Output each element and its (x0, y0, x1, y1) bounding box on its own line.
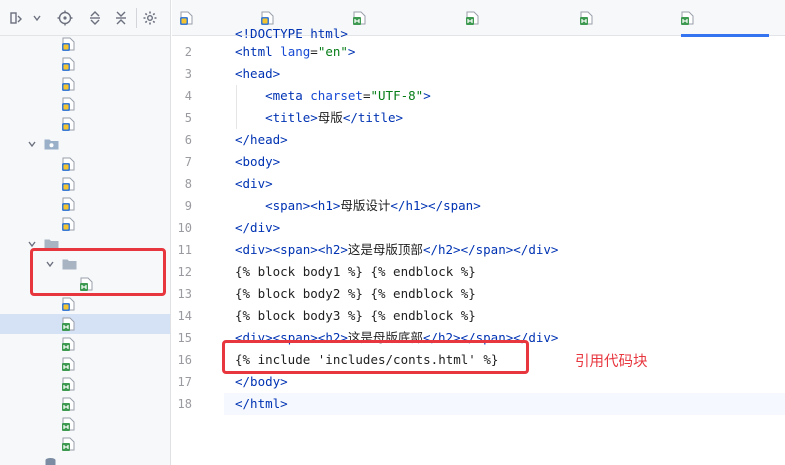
python-file-icon (62, 177, 75, 191)
code-line[interactable]: {% block body2 %} {% endblock %} (235, 283, 476, 305)
html-file-icon (466, 11, 480, 26)
tree-file-base-h1-html[interactable] (0, 334, 170, 354)
annotation-label: 引用代码块 (575, 354, 648, 370)
project-view-icon[interactable] (6, 7, 28, 29)
tree-file-base-html[interactable] (0, 314, 170, 334)
tree-file-settings-py[interactable] (0, 174, 170, 194)
line-number: 2 (184, 45, 192, 59)
code-line[interactable]: </body> (235, 371, 288, 393)
expand-all-icon[interactable] (84, 7, 106, 29)
tree-folder-mydjango[interactable] (0, 134, 170, 154)
tree-file-models-py[interactable] (0, 74, 170, 94)
code-line[interactable]: <head> (235, 63, 280, 85)
tab-conts-html[interactable] (580, 0, 673, 36)
python-file-icon (62, 217, 75, 231)
package-folder-icon (44, 138, 59, 150)
html-file-icon (580, 11, 594, 26)
code-line[interactable]: <meta charset="UTF-8"> (235, 85, 431, 107)
python-file-icon (62, 77, 75, 91)
line-number: 5 (184, 111, 192, 125)
code-line[interactable]: <div><span><h2>这是母版顶部</h2></span></div> (235, 239, 558, 261)
toolbar-separator (136, 8, 137, 28)
tree-file-tests-py[interactable] (0, 94, 170, 114)
code-editor[interactable]: 2 3 4 5 6 7 8 9 10 11 12 13 14 15 16 17 18 <!DOCTYPE htm… (172, 26, 785, 465)
database-icon (44, 457, 57, 465)
code-line[interactable]: {% block body1 %} {% endblock %} (235, 261, 476, 283)
line-number: 18 (177, 397, 192, 411)
line-number: 12 (177, 265, 192, 279)
tree-file-mylogin-html[interactable] (0, 394, 170, 414)
project-toolbar (0, 0, 170, 36)
html-file-icon (62, 437, 75, 451)
line-number: 6 (184, 133, 192, 147)
python-file-icon (62, 197, 75, 211)
html-file-icon (62, 397, 75, 411)
code-line[interactable]: <html lang="en"> (235, 41, 355, 63)
html-file-icon (62, 317, 75, 331)
tree-file-apps-py[interactable] (0, 54, 170, 74)
code-line[interactable]: <title>母版</title> (235, 107, 403, 129)
locate-file-icon[interactable] (54, 7, 76, 29)
tab-base-h1-html[interactable] (353, 0, 453, 36)
includes-highlight-box (30, 248, 166, 296)
html-file-icon (62, 377, 75, 391)
line-number: 14 (177, 309, 192, 323)
include-line-highlight-box (222, 340, 529, 374)
python-file-icon (62, 117, 75, 131)
tab-base-h2-html[interactable] (466, 0, 567, 36)
line-number: 7 (184, 155, 192, 169)
code-line[interactable]: <div> (235, 173, 273, 195)
tree-file-wsgi-py[interactable] (0, 214, 170, 234)
html-file-icon (62, 417, 75, 431)
code-line[interactable]: </head> (235, 129, 288, 151)
tree-file-urls-py[interactable] (0, 194, 170, 214)
line-number: 16 (177, 353, 192, 367)
line-number: 9 (184, 199, 192, 213)
project-panel (0, 0, 171, 465)
line-number: 17 (177, 375, 192, 389)
code-line[interactable]: <span><h1>母版设计</h1></span> (235, 195, 481, 217)
tree-file--init-py[interactable] (0, 294, 170, 314)
line-number: 3 (184, 67, 192, 81)
tree-file-test-html[interactable] (0, 434, 170, 454)
html-file-icon (353, 11, 367, 26)
line-number: 15 (177, 331, 192, 345)
gear-icon[interactable] (139, 7, 161, 29)
tree-file-base-h2-html[interactable] (0, 354, 170, 374)
code-line[interactable]: </div> (235, 217, 280, 239)
python-file-icon (62, 97, 75, 111)
current-line-highlight (224, 393, 785, 415)
dropdown-chevron-icon[interactable] (26, 7, 48, 29)
chevron-down-icon[interactable] (26, 138, 38, 150)
tree-file--init-py[interactable] (0, 154, 170, 174)
python-file-icon (62, 37, 75, 51)
python-file-icon (180, 11, 194, 26)
line-number: 4 (184, 89, 192, 103)
line-number: 13 (177, 287, 192, 301)
tree-file-views-py[interactable] (0, 114, 170, 134)
html-file-icon (681, 11, 695, 26)
python-file-icon (62, 57, 75, 71)
line-number: 11 (177, 243, 192, 257)
tree-file-admin-py[interactable] (0, 34, 170, 54)
line-number: 8 (184, 177, 192, 191)
line-number-gutter: 2 3 4 5 6 7 8 9 10 11 12 13 14 15 16 17 18 (172, 37, 222, 465)
code-line[interactable]: {% block body3 %} {% endblock %} (235, 305, 476, 327)
code-line[interactable]: </html> (235, 393, 288, 415)
tab-base-html[interactable] (681, 0, 769, 37)
html-file-icon (62, 337, 75, 351)
collapse-all-icon[interactable] (110, 7, 132, 29)
code-line[interactable]: <body> (235, 151, 280, 173)
tree-file-db-sqlite3[interactable] (0, 454, 170, 465)
python-file-icon (62, 157, 75, 171)
line-number: 10 (177, 221, 192, 235)
tree-file-myshop-html[interactable] (0, 414, 170, 434)
tree-file-myinfo-html[interactable] (0, 374, 170, 394)
python-file-icon (62, 297, 75, 311)
html-file-icon (62, 357, 75, 371)
